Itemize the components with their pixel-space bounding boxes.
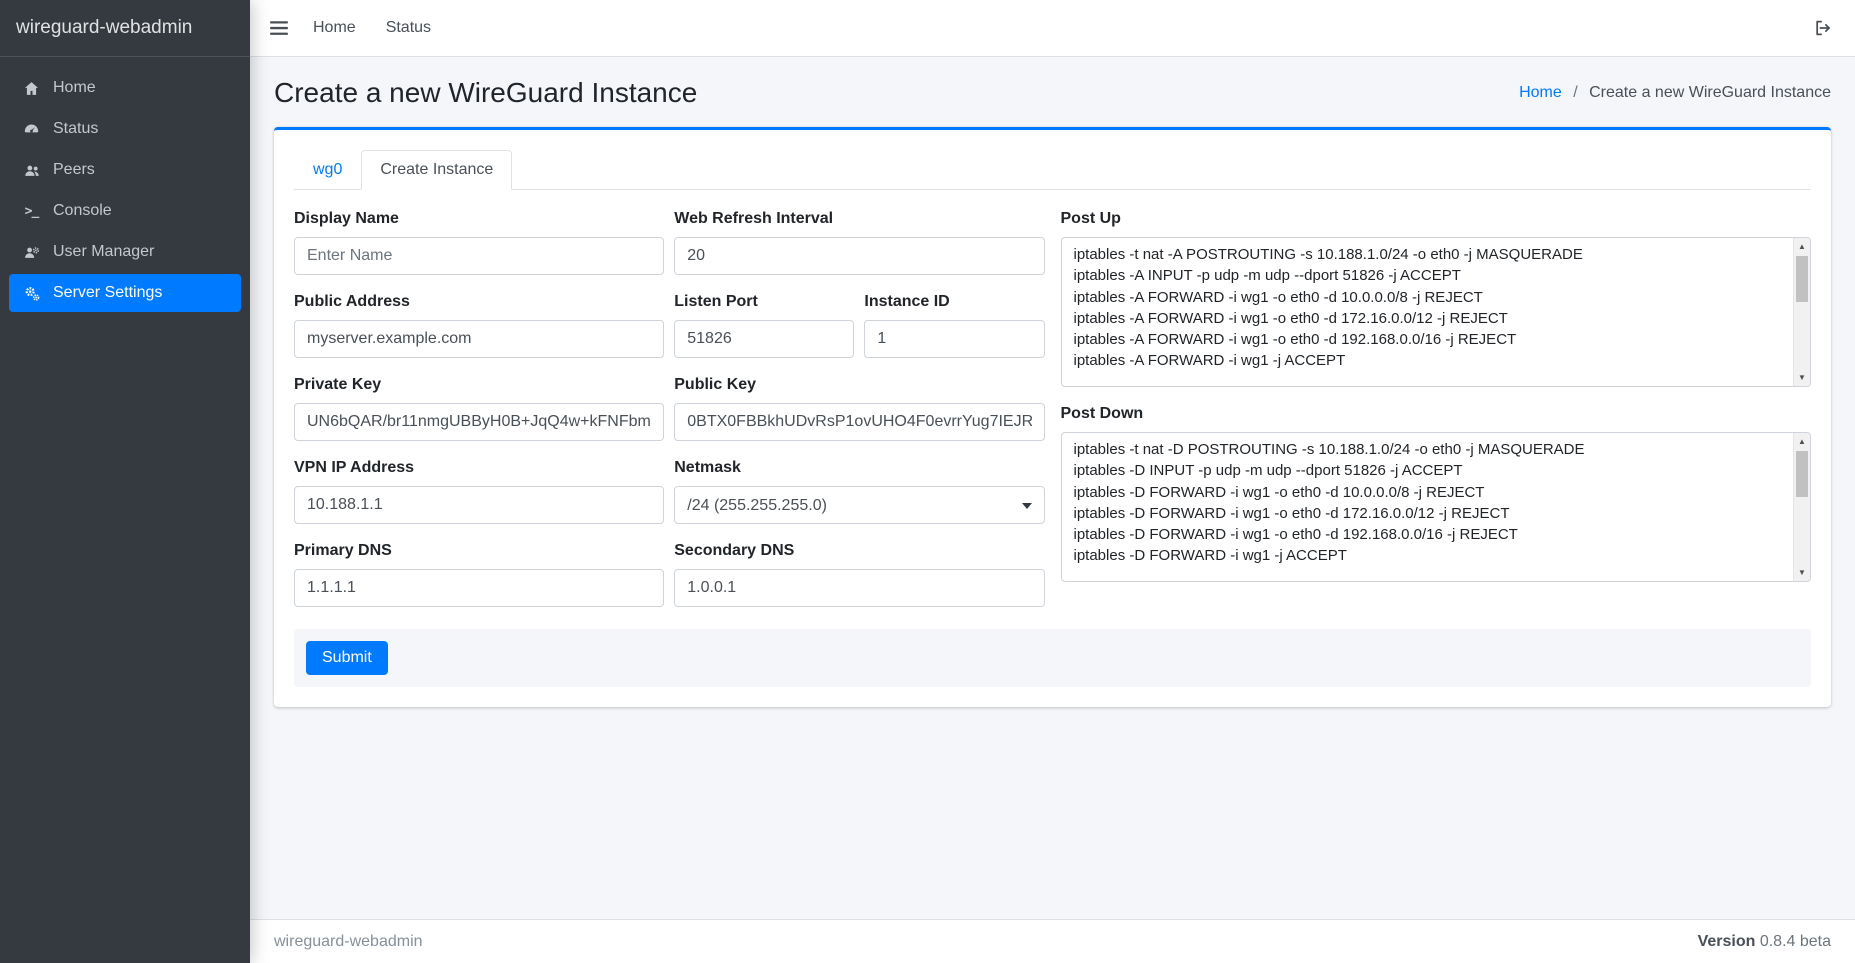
brand-link[interactable]: wireguard-webadmin xyxy=(0,0,250,57)
breadcrumb-home-link[interactable]: Home xyxy=(1519,84,1562,101)
web-refresh-interval-input[interactable] xyxy=(674,237,1044,275)
post-up-scrollbar[interactable]: ▲ ▼ xyxy=(1793,238,1810,386)
post-up-textarea[interactable]: iptables -t nat -A POSTROUTING -s 10.188… xyxy=(1061,237,1812,387)
app-root: wireguard-webadmin Home Status Peers xyxy=(0,0,1855,963)
secondary-dns-input[interactable] xyxy=(674,569,1044,607)
public-key-input[interactable] xyxy=(674,403,1044,441)
display-name-label: Display Name xyxy=(294,210,664,228)
scrollbar-thumb[interactable] xyxy=(1796,256,1808,302)
sign-out-icon[interactable] xyxy=(1810,11,1837,45)
users-icon xyxy=(19,162,44,179)
content-header: Create a new WireGuard Instance Home / C… xyxy=(250,57,1855,123)
sidebar-item-peers[interactable]: Peers xyxy=(9,151,241,189)
display-name-input[interactable] xyxy=(294,237,664,275)
public-address-input[interactable] xyxy=(294,320,664,358)
post-down-scrollbar[interactable]: ▲ ▼ xyxy=(1793,433,1810,581)
instance-card: wg0 Create Instance Display Name xyxy=(274,127,1831,707)
primary-dns-input[interactable] xyxy=(294,569,664,607)
sidebar-nav: Home Status Peers >_ Console xyxy=(0,57,250,324)
home-icon xyxy=(19,80,44,97)
netmask-label: Netmask xyxy=(674,459,1044,477)
footer-brand: wireguard-webadmin xyxy=(274,933,423,951)
scroll-down-arrow-icon[interactable]: ▼ xyxy=(1794,565,1810,580)
breadcrumb-current: Create a new WireGuard Instance xyxy=(1589,84,1831,101)
post-down-label: Post Down xyxy=(1061,405,1812,423)
sidebar-item-user-manager[interactable]: User Manager xyxy=(9,233,241,271)
instance-tabs: wg0 Create Instance xyxy=(294,150,1811,190)
tachometer-icon xyxy=(19,121,44,138)
primary-dns-label: Primary DNS xyxy=(294,542,664,560)
instance-id-input[interactable] xyxy=(864,320,1044,358)
post-down-textarea[interactable]: iptables -t nat -D POSTROUTING -s 10.188… xyxy=(1061,432,1812,582)
sidebar-item-label: User Manager xyxy=(53,243,154,261)
scrollbar-thumb[interactable] xyxy=(1796,451,1808,497)
breadcrumb-separator: / xyxy=(1573,84,1577,101)
content-wrapper: Create a new WireGuard Instance Home / C… xyxy=(250,57,1855,919)
listen-port-input[interactable] xyxy=(674,320,854,358)
tab-wg0[interactable]: wg0 xyxy=(294,150,361,190)
sidebar-item-label: Status xyxy=(53,120,98,138)
hamburger-menu-icon[interactable] xyxy=(268,12,298,44)
main-area: Home Status Create a new WireGuard Insta… xyxy=(250,0,1855,963)
footer-version: Version 0.8.4 beta xyxy=(1698,933,1831,951)
form-right-column: Post Up iptables -t nat -A POSTROUTING -… xyxy=(1061,210,1812,625)
instance-card-body: wg0 Create Instance Display Name xyxy=(274,130,1831,707)
scroll-down-arrow-icon[interactable]: ▼ xyxy=(1794,370,1810,385)
navbar-right xyxy=(1810,11,1837,45)
private-key-input[interactable] xyxy=(294,403,664,441)
users-gear-icon xyxy=(19,244,44,261)
gears-icon xyxy=(19,285,44,302)
sidebar-item-label: Peers xyxy=(53,161,95,179)
sidebar: wireguard-webadmin Home Status Peers xyxy=(0,0,250,963)
sidebar-item-label: Server Settings xyxy=(53,284,162,302)
public-key-label: Public Key xyxy=(674,376,1044,394)
sidebar-item-server-settings[interactable]: Server Settings xyxy=(9,274,241,312)
breadcrumb: Home / Create a new WireGuard Instance xyxy=(1519,84,1831,102)
listen-port-label: Listen Port xyxy=(674,293,854,311)
sidebar-item-status[interactable]: Status xyxy=(9,110,241,148)
instance-form: Display Name Web Refresh Interval xyxy=(294,210,1811,625)
sidebar-item-label: Console xyxy=(53,202,112,220)
vpn-ip-address-label: VPN IP Address xyxy=(294,459,664,477)
scroll-up-arrow-icon[interactable]: ▲ xyxy=(1794,434,1810,449)
tab-create-instance[interactable]: Create Instance xyxy=(361,150,512,190)
submit-button[interactable]: Submit xyxy=(306,641,388,675)
footer: wireguard-webadmin Version 0.8.4 beta xyxy=(250,919,1855,963)
instance-id-label: Instance ID xyxy=(864,293,1044,311)
form-left-column: Display Name Web Refresh Interval xyxy=(294,210,1045,625)
submit-bar: Submit xyxy=(294,629,1811,687)
private-key-label: Private Key xyxy=(294,376,664,394)
footer-version-label: Version xyxy=(1698,933,1756,950)
page-title: Create a new WireGuard Instance xyxy=(274,77,697,109)
scroll-up-arrow-icon[interactable]: ▲ xyxy=(1794,239,1810,254)
secondary-dns-label: Secondary DNS xyxy=(674,542,1044,560)
sidebar-item-console[interactable]: >_ Console xyxy=(9,192,241,230)
footer-version-value: 0.8.4 beta xyxy=(1760,933,1831,950)
sidebar-item-home[interactable]: Home xyxy=(9,69,241,107)
sidebar-item-label: Home xyxy=(53,79,96,97)
post-up-label: Post Up xyxy=(1061,210,1812,228)
web-refresh-interval-label: Web Refresh Interval xyxy=(674,210,1044,228)
netmask-select[interactable]: /24 (255.255.255.0) xyxy=(674,486,1044,524)
navbar-link-status[interactable]: Status xyxy=(371,11,446,45)
terminal-icon: >_ xyxy=(19,204,44,219)
top-navbar: Home Status xyxy=(250,0,1855,57)
vpn-ip-address-input[interactable] xyxy=(294,486,664,524)
public-address-label: Public Address xyxy=(294,293,664,311)
navbar-link-home[interactable]: Home xyxy=(298,11,371,45)
